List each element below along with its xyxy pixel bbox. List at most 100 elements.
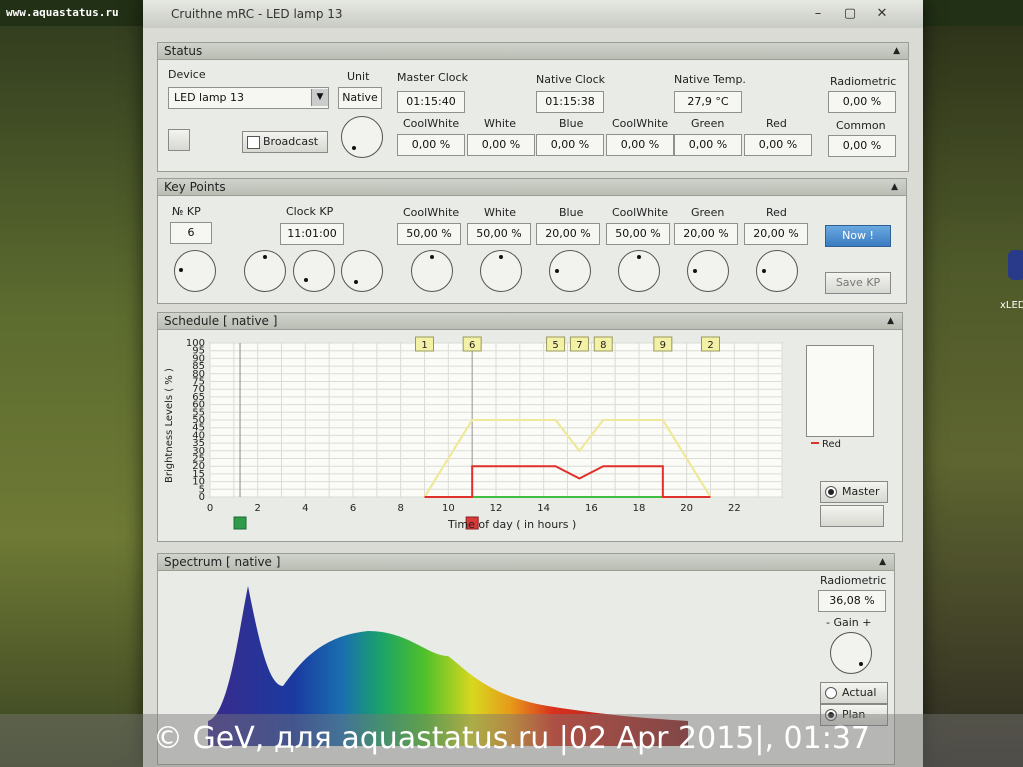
native-temp-label: Native Temp.: [674, 73, 746, 86]
clock-second-knob[interactable]: [341, 250, 383, 292]
broadcast-button[interactable]: Broadcast: [242, 131, 328, 153]
status-channel-value: 0,00 %: [674, 134, 742, 156]
app-window: Cruithne mRC - LED lamp 13 – ▢ ✕ Status ▲…: [143, 0, 923, 767]
kp-channel-knob[interactable]: [549, 250, 591, 292]
kp-channel-value[interactable]: 50,00 %: [467, 223, 531, 245]
background-left: [0, 0, 150, 767]
collapse-icon[interactable]: ▲: [887, 313, 894, 329]
status-channel-value: 0,00 %: [606, 134, 674, 156]
broadcast-checkbox[interactable]: [247, 135, 260, 149]
status-channel-label: White: [484, 117, 516, 130]
kp-channel-value[interactable]: 20,00 %: [744, 223, 808, 245]
kp-channel-value[interactable]: 20,00 %: [536, 223, 600, 245]
clock-hour-knob[interactable]: [244, 250, 286, 292]
title-bar: Cruithne mRC - LED lamp 13 – ▢ ✕: [143, 0, 923, 28]
gain-label: - Gain +: [826, 616, 872, 629]
kp-channel-value[interactable]: 50,00 %: [606, 223, 670, 245]
schedule-header: Schedule [ native ] ▲: [158, 313, 902, 330]
status-channel-label: Blue: [559, 117, 584, 130]
common-label: Common: [836, 119, 886, 132]
keypoint-marker-label: 9: [660, 340, 666, 351]
kp-channel-knob[interactable]: [756, 250, 798, 292]
radiometric-label: Radiometric: [830, 75, 897, 88]
schedule-chart[interactable]: 0510152025303540455055606570758085909510…: [158, 331, 902, 541]
status-channel-value: 0,00 %: [397, 134, 465, 156]
kp-number-value[interactable]: 6: [170, 222, 212, 244]
kp-channel-label: CoolWhite: [612, 206, 669, 219]
status-header: Status ▲: [158, 43, 908, 60]
x-tick-label: 4: [302, 503, 308, 514]
kp-channel-label: Green: [691, 206, 725, 219]
kp-channel-knob[interactable]: [480, 250, 522, 292]
current-time-handle: [233, 516, 247, 530]
desktop-app-icon[interactable]: [1008, 250, 1023, 280]
keypoints-header: Key Points ▲: [158, 179, 906, 196]
device-color-button[interactable]: [168, 129, 190, 151]
kp-channel-label: CoolWhite: [403, 206, 460, 219]
x-tick-label: 0: [207, 503, 213, 514]
save-kp-button[interactable]: Save KP: [825, 272, 891, 294]
kp-channel-value[interactable]: 50,00 %: [397, 223, 461, 245]
native-clock-value: 01:15:38: [536, 91, 604, 113]
native-clock-label: Native Clock: [536, 73, 605, 86]
unit-knob[interactable]: [341, 116, 383, 158]
spectrum-header: Spectrum [ native ] ▲: [158, 554, 894, 571]
status-panel: Status ▲ Device LED lamp 13 ▼ Unit Native…: [157, 42, 909, 172]
chart-ylabel: Brightness Levels ( % ): [164, 368, 175, 483]
now-button[interactable]: Now !: [825, 225, 891, 247]
keypoint-marker-label: 7: [576, 340, 582, 351]
maximize-icon[interactable]: ▢: [839, 6, 861, 22]
kp-channel-knob[interactable]: [411, 250, 453, 292]
master-radio-button[interactable]: Master: [820, 481, 888, 503]
chart-xlabel: Time of day ( in hours ): [448, 518, 577, 531]
gain-knob[interactable]: [830, 632, 872, 674]
keypoints-panel: Key Points ▲ № KP 6 Clock KP 11:01:00 Coo…: [157, 178, 907, 304]
device-select[interactable]: LED lamp 13 ▼: [168, 87, 329, 109]
native-temp-value: 27,9 °C: [674, 91, 742, 113]
x-tick-label: 18: [633, 503, 646, 514]
kp-number-knob[interactable]: [174, 250, 216, 292]
minimize-icon[interactable]: –: [807, 6, 829, 22]
chart-legend: [806, 345, 874, 437]
status-channel-value: 0,00 %: [536, 134, 604, 156]
secondary-radio-button[interactable]: [820, 505, 884, 527]
x-tick-label: 2: [254, 503, 260, 514]
collapse-icon[interactable]: ▲: [891, 179, 898, 195]
collapse-icon[interactable]: ▲: [893, 43, 900, 59]
common-value: 0,00 %: [828, 135, 896, 157]
background-right: [913, 0, 1023, 767]
actual-radio-button[interactable]: Actual: [820, 682, 888, 704]
keypoint-marker-label: 8: [600, 340, 606, 351]
x-tick-label: 12: [490, 503, 503, 514]
x-tick-label: 20: [680, 503, 693, 514]
radiometric-value: 0,00 %: [828, 91, 896, 113]
keypoint-marker-label: 5: [552, 340, 558, 351]
collapse-icon[interactable]: ▲: [879, 554, 886, 570]
clock-minute-knob[interactable]: [293, 250, 335, 292]
x-tick-label: 16: [585, 503, 598, 514]
keypoint-marker-label: 6: [469, 340, 475, 351]
kp-number-label: № KP: [172, 205, 201, 218]
kp-channel-knob[interactable]: [618, 250, 660, 292]
unit-label: Unit: [347, 70, 370, 83]
master-clock-label: Master Clock: [397, 71, 468, 84]
keypoint-marker-label: 1: [421, 340, 427, 351]
kp-channel-label: Red: [766, 206, 787, 219]
spectrum-radiometric-label: Radiometric: [820, 574, 887, 587]
clock-kp-label: Clock KP: [286, 205, 334, 218]
clock-kp-value[interactable]: 11:01:00: [280, 223, 344, 245]
actual-radio-icon[interactable]: [825, 687, 837, 699]
status-channel-value: 0,00 %: [467, 134, 535, 156]
kp-channel-knob[interactable]: [687, 250, 729, 292]
unit-value[interactable]: Native: [338, 87, 382, 109]
master-radio-icon[interactable]: [825, 486, 837, 498]
status-channel-value: 0,00 %: [744, 134, 812, 156]
y-tick-label: 100: [186, 338, 205, 349]
close-icon[interactable]: ✕: [871, 6, 893, 22]
keypoint-marker-label: 2: [707, 340, 713, 351]
schedule-panel: Schedule [ native ] ▲ 0 5 10 15 20 25 30 35 40 45 5…: [157, 312, 903, 542]
kp-channel-value[interactable]: 20,00 %: [674, 223, 738, 245]
x-tick-label: 8: [397, 503, 403, 514]
spectrum-radiometric-value: 36,08 %: [818, 590, 886, 612]
master-clock-value: 01:15:40: [397, 91, 465, 113]
